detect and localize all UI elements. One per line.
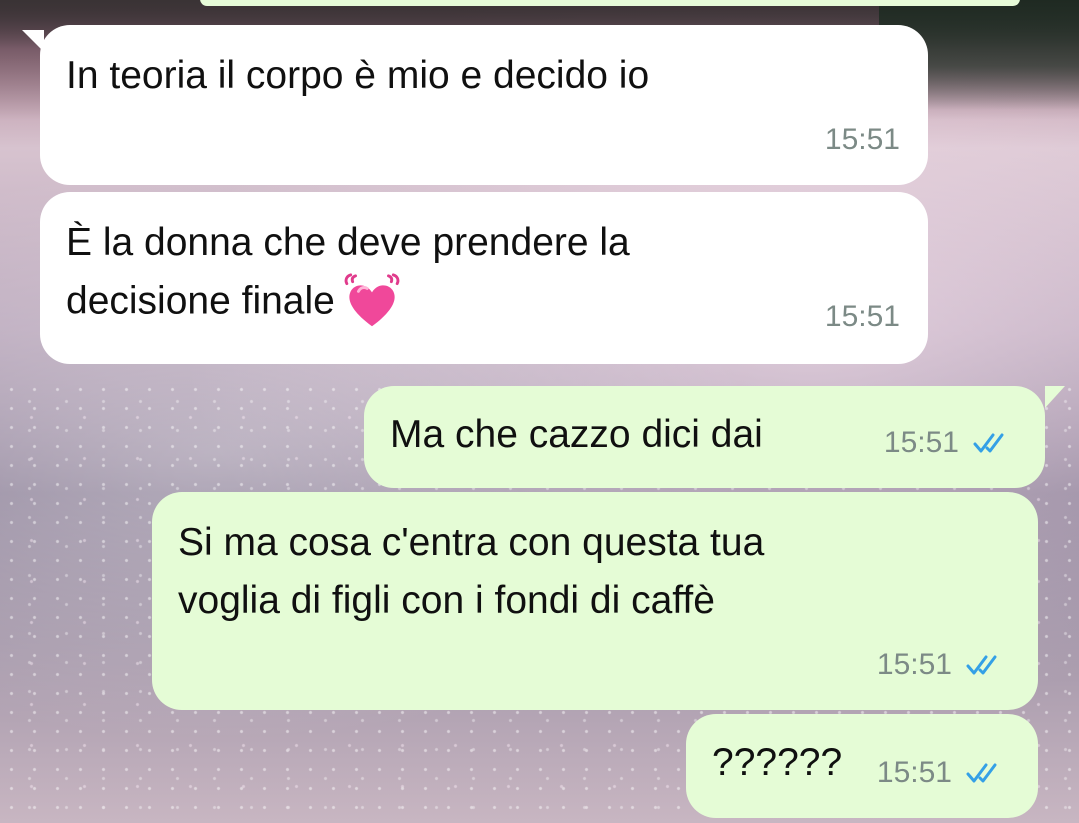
message-bubble-outgoing[interactable]: Si ma cosa c'entra con questa tua voglia… xyxy=(152,492,1038,710)
message-meta: 15:51 xyxy=(825,288,900,346)
message-bubble-incoming[interactable]: È la donna che deve prendere la decision… xyxy=(40,192,928,364)
message-time: 15:51 xyxy=(876,756,952,789)
message-meta: 15:51 xyxy=(884,414,1017,472)
read-ticks-icon xyxy=(973,433,1004,453)
message-meta: 15:51 xyxy=(877,744,1010,802)
message-time: 15:51 xyxy=(824,300,900,333)
message-text: Ma che cazzo dici dai xyxy=(390,413,763,456)
read-ticks-icon xyxy=(966,763,997,783)
message-text: In teoria il corpo è mio e decido io xyxy=(66,54,650,97)
message-time: 15:51 xyxy=(883,426,959,459)
message-text: Si ma cosa c'entra con questa tua voglia… xyxy=(178,521,765,622)
outgoing-bubble-tail xyxy=(1045,386,1065,408)
read-ticks-icon xyxy=(966,655,997,675)
message-bubble-outgoing[interactable]: Ma che cazzo dici dai 15:51 xyxy=(364,386,1045,488)
message-text: È la donna che deve prendere la decision… xyxy=(66,214,630,334)
previous-message-edge[interactable] xyxy=(200,0,1020,6)
message-time: 15:51 xyxy=(824,123,900,156)
message-bubble-incoming[interactable]: In teoria il corpo è mio e decido io 15:… xyxy=(40,25,928,185)
message-meta: 15:51 xyxy=(877,636,1010,694)
message-time: 15:51 xyxy=(876,648,952,681)
message-meta: 15:51 xyxy=(825,111,900,169)
message-bubble-outgoing[interactable]: ?????? 15:51 xyxy=(686,714,1038,818)
beating-heart-icon xyxy=(344,273,400,327)
message-text: ?????? xyxy=(712,741,843,784)
